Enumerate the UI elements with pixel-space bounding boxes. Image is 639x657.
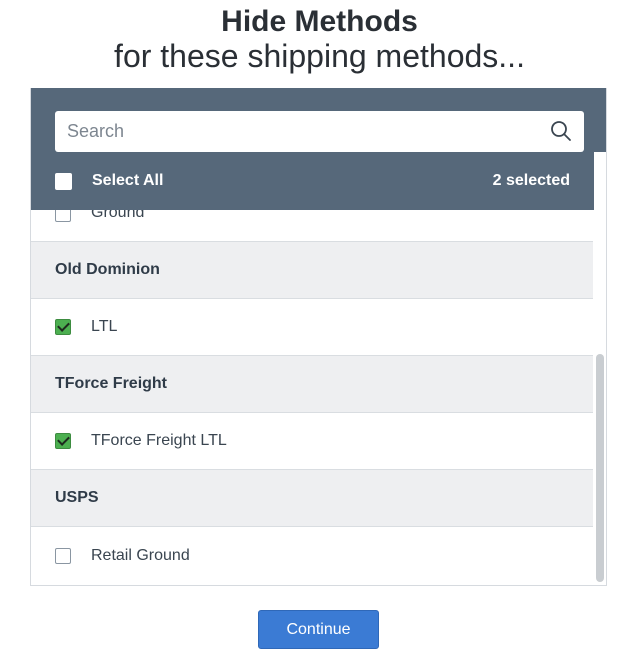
list-scrollbar[interactable] <box>596 354 604 582</box>
group-label: USPS <box>55 489 99 506</box>
shipping-methods-list: Ground Old Dominion LTL TForce Freight T… <box>31 183 593 584</box>
continue-button[interactable]: Continue <box>258 610 379 649</box>
select-all-label: Select All <box>92 172 164 189</box>
checkbox[interactable] <box>55 433 71 449</box>
select-all-checkbox[interactable] <box>55 172 72 190</box>
group-header: TForce Freight <box>31 356 593 413</box>
list-item-label: Retail Ground <box>91 546 190 564</box>
list-item[interactable]: LTL <box>31 299 593 356</box>
group-label: Old Dominion <box>55 261 160 278</box>
search-box[interactable] <box>55 111 584 152</box>
checkbox[interactable] <box>55 547 71 564</box>
dialog-subtitle: for these shipping methods... <box>114 38 525 74</box>
panel-header: Select All 2 selected <box>31 88 606 210</box>
list-item[interactable]: TForce Freight LTL <box>31 413 593 470</box>
search-input[interactable] <box>55 111 535 152</box>
select-all[interactable]: Select All <box>55 170 163 192</box>
group-header: USPS <box>31 470 593 527</box>
scrollbar-track <box>594 152 606 210</box>
dialog-title: Hide Methods <box>221 5 418 38</box>
search-icon[interactable] <box>550 120 572 142</box>
checkbox[interactable] <box>55 319 71 335</box>
list-item[interactable]: Retail Ground <box>31 527 593 584</box>
selected-count: 2 selected <box>492 172 570 189</box>
group-label: TForce Freight <box>55 375 168 392</box>
list-item-label: LTL <box>91 318 118 335</box>
shipping-methods-panel: Ground Old Dominion LTL TForce Freight T… <box>30 88 607 586</box>
group-header: Old Dominion <box>31 242 593 299</box>
list-item-label: TForce Freight LTL <box>91 432 227 449</box>
